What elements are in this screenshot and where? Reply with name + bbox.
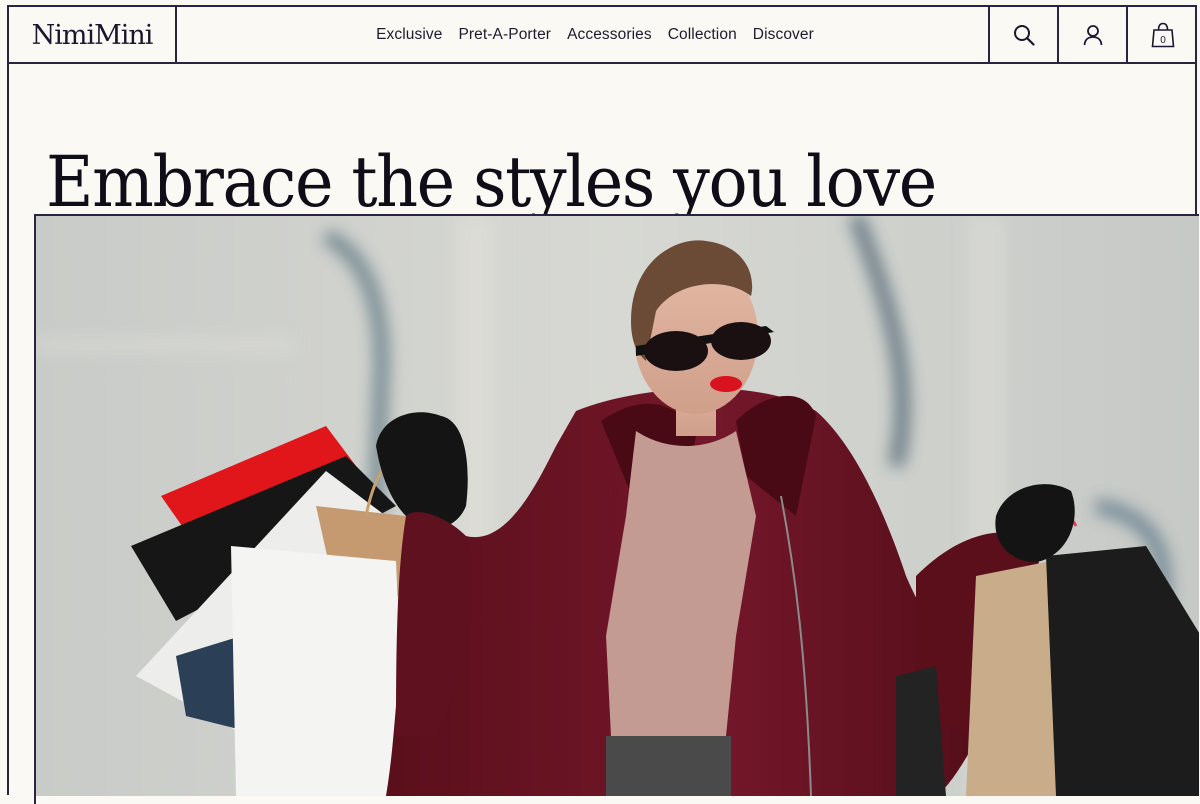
brand-logo-text: NimiMini (31, 20, 154, 51)
page-frame: NimiMini Exclusive Pret-A-Porter Accesso… (7, 5, 1199, 804)
hero-title: Embrace the styles you love (46, 141, 937, 223)
nav-item-collection[interactable]: Collection (668, 26, 737, 44)
shopping-bag-icon: 0 (1151, 22, 1174, 48)
cart-count: 0 (1160, 35, 1166, 46)
search-button[interactable] (988, 7, 1057, 63)
brand-logo[interactable]: NimiMini (9, 7, 177, 62)
search-icon (1013, 25, 1035, 46)
nav-item-accessories[interactable]: Accessories (567, 26, 652, 44)
nav-item-exclusive[interactable]: Exclusive (376, 26, 442, 44)
nav-item-discover[interactable]: Discover (753, 26, 814, 44)
hero-image (34, 214, 1199, 804)
nav-item-pret-a-porter[interactable]: Pret-A-Porter (458, 26, 551, 44)
site-header: NimiMini Exclusive Pret-A-Porter Accesso… (9, 7, 1195, 64)
cart-button[interactable]: 0 (1126, 7, 1197, 63)
account-button[interactable] (1057, 7, 1126, 63)
user-icon (1083, 25, 1102, 46)
